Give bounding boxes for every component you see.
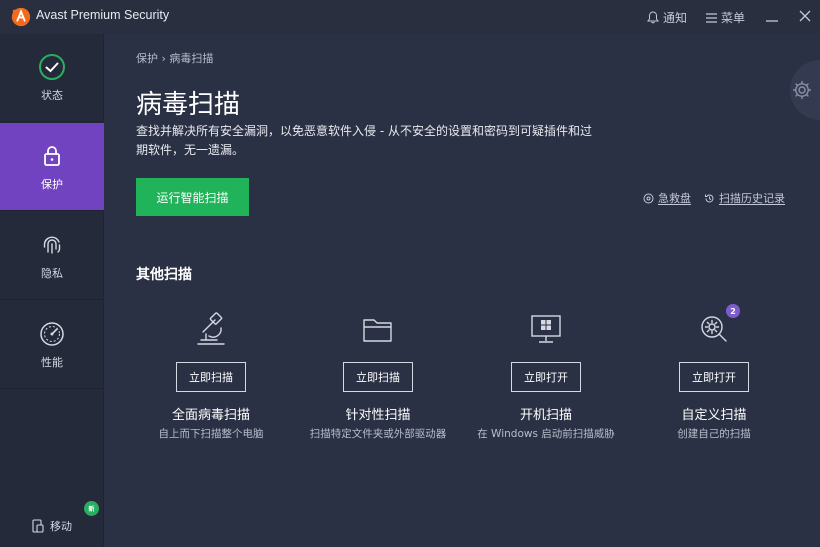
avast-logo <box>11 7 31 27</box>
breadcrumb: 保护 › 病毒扫描 <box>136 52 214 65</box>
page-title: 病毒扫描 <box>136 90 241 120</box>
app-title: Avast Premium Security <box>36 8 170 22</box>
settings-tab[interactable] <box>790 60 820 120</box>
sidebar: 状态 保护 隐私 性能 新 移动 <box>0 34 104 547</box>
minimize-icon[interactable] <box>760 6 784 28</box>
sidebar-item-privacy[interactable]: 隐私 <box>0 212 104 300</box>
page-description: 查找并解决所有安全漏洞，以免恶意软件入侵 - 从不安全的设置和密码到可疑插件和过… <box>136 124 592 157</box>
lock-icon <box>44 145 60 166</box>
sidebar-item-protection[interactable]: 保护 <box>0 123 104 211</box>
hamburger-icon <box>706 12 717 23</box>
targeted-scan-card: 立即扫描 针对性扫描 扫描特定文件夹或外部驱动器 <box>293 310 463 441</box>
boot-scan-button[interactable]: 立即打开 <box>511 362 581 392</box>
notifications-label: 通知 <box>663 11 688 25</box>
other-scans-heading: 其他扫描 <box>136 267 192 283</box>
bell-icon <box>647 11 659 24</box>
sidebar-item-label: 隐私 <box>41 266 63 280</box>
custom-scan-button[interactable]: 立即打开 <box>679 362 749 392</box>
scan-history-label: 扫描历史记录 <box>719 192 785 205</box>
run-smart-scan-button[interactable]: 运行智能扫描 <box>136 178 249 216</box>
custom-scan-count-badge: 2 <box>726 304 740 318</box>
microscope-icon <box>197 312 225 345</box>
full-scan-button[interactable]: 立即扫描 <box>176 362 246 392</box>
sidebar-item-label: 保护 <box>41 177 63 191</box>
mobile-new-badge: 新 <box>84 501 99 516</box>
close-icon[interactable] <box>793 6 817 28</box>
folder-icon <box>363 319 392 342</box>
scan-description: 在 Windows 启动前扫描威胁 <box>477 428 615 440</box>
scan-name: 全面病毒扫描 <box>171 408 250 423</box>
mobile-phone-icon <box>32 519 44 533</box>
sidebar-item-mobile[interactable]: 移动 <box>31 518 72 534</box>
menu-button[interactable]: 菜单 <box>706 9 745 26</box>
rescue-disk-link[interactable]: 急救盘 <box>643 190 691 206</box>
title-bar: Avast Premium Security 通知 菜单 <box>0 0 820 34</box>
rescue-disk-label: 急救盘 <box>658 192 691 205</box>
scan-history-link[interactable]: 扫描历史记录 <box>704 190 785 206</box>
history-icon <box>705 193 714 202</box>
scan-name: 针对性扫描 <box>345 408 411 423</box>
gauge-icon <box>40 321 64 346</box>
menu-label: 菜单 <box>721 11 746 25</box>
sidebar-item-performance[interactable]: 性能 <box>0 301 104 389</box>
fingerprint-icon <box>43 236 61 254</box>
targeted-scan-button[interactable]: 立即扫描 <box>343 362 413 392</box>
sidebar-item-label: 性能 <box>41 355 63 369</box>
boot-time-scan-card: 立即打开 开机扫描 在 Windows 启动前扫描威胁 <box>461 310 631 441</box>
custom-scan-card: 2 立即打开 自定义扫描 创建自己的扫描 <box>629 304 799 441</box>
rescue-disk-icon <box>643 193 654 203</box>
notifications-button[interactable]: 通知 <box>647 9 687 26</box>
full-virus-scan-card: 立即扫描 全面病毒扫描 自上而下扫描整个电脑 <box>126 310 296 441</box>
mobile-label: 移动 <box>50 520 72 533</box>
scan-name: 开机扫描 <box>519 408 572 423</box>
gear-icon <box>793 81 811 99</box>
scan-description: 扫描特定文件夹或外部驱动器 <box>309 428 447 440</box>
sidebar-item-status[interactable]: 状态 <box>0 34 104 122</box>
check-circle-icon <box>39 53 65 80</box>
sidebar-item-label: 状态 <box>41 88 63 102</box>
windows-monitor-icon <box>531 315 561 343</box>
scan-name: 自定义扫描 <box>681 408 747 423</box>
scan-description: 自上而下扫描整个电脑 <box>158 428 264 440</box>
scan-description: 创建自己的扫描 <box>677 428 751 440</box>
custom-scan-icon-wrap: 2 <box>694 304 740 348</box>
